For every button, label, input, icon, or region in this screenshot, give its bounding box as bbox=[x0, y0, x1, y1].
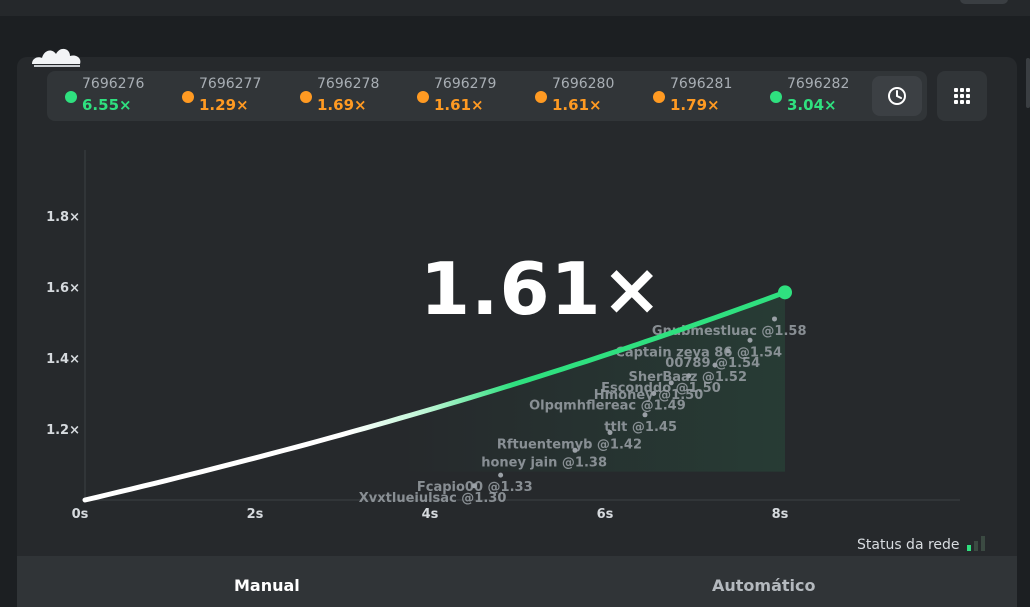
curve-endpoint bbox=[778, 285, 792, 300]
tab-manual[interactable]: Manual bbox=[234, 576, 300, 595]
cashout-point bbox=[471, 483, 477, 489]
cashout-label: Rftuentemyb @1.42 bbox=[497, 438, 642, 453]
bet-mode-tabs: Manual Automático bbox=[17, 556, 1017, 607]
cashout-point bbox=[747, 337, 753, 343]
y-tick-label: 1.4× bbox=[46, 352, 80, 367]
cashout-label: Xvxtlueiulsac @1.30 bbox=[359, 491, 507, 506]
cashout-point bbox=[607, 430, 613, 436]
cashout-point bbox=[686, 373, 692, 379]
cashout-label: 00789 @1.54 bbox=[665, 356, 760, 371]
x-tick-label: 8s bbox=[772, 507, 789, 522]
current-multiplier: 1.61× bbox=[420, 247, 663, 331]
signal-icon bbox=[967, 536, 985, 551]
y-tick-label: 1.2× bbox=[46, 423, 80, 438]
y-tick-label: 1.8× bbox=[46, 210, 80, 225]
cashout-label: honey jain @1.38 bbox=[481, 455, 607, 470]
tab-automatic[interactable]: Automático bbox=[712, 576, 816, 595]
cashout-label: ttlt @1.45 bbox=[604, 420, 677, 435]
network-status-label: Status da rede bbox=[857, 537, 960, 553]
x-tick-label: 0s bbox=[72, 507, 89, 522]
cashout-point bbox=[572, 447, 578, 453]
x-tick-label: 4s bbox=[422, 507, 439, 522]
cashout-label: Olpqmhflereac @1.49 bbox=[529, 399, 686, 414]
cashout-point bbox=[651, 391, 657, 396]
cashout-point bbox=[772, 316, 777, 322]
cashout-point bbox=[498, 472, 504, 478]
cashout-point bbox=[725, 348, 731, 354]
cashout-point bbox=[668, 380, 674, 386]
x-tick-label: 6s bbox=[597, 507, 614, 522]
cashout-point bbox=[712, 362, 718, 368]
x-tick-label: 2s bbox=[247, 507, 264, 522]
y-tick-label: 1.6× bbox=[46, 281, 80, 296]
cashout-point bbox=[642, 412, 648, 418]
